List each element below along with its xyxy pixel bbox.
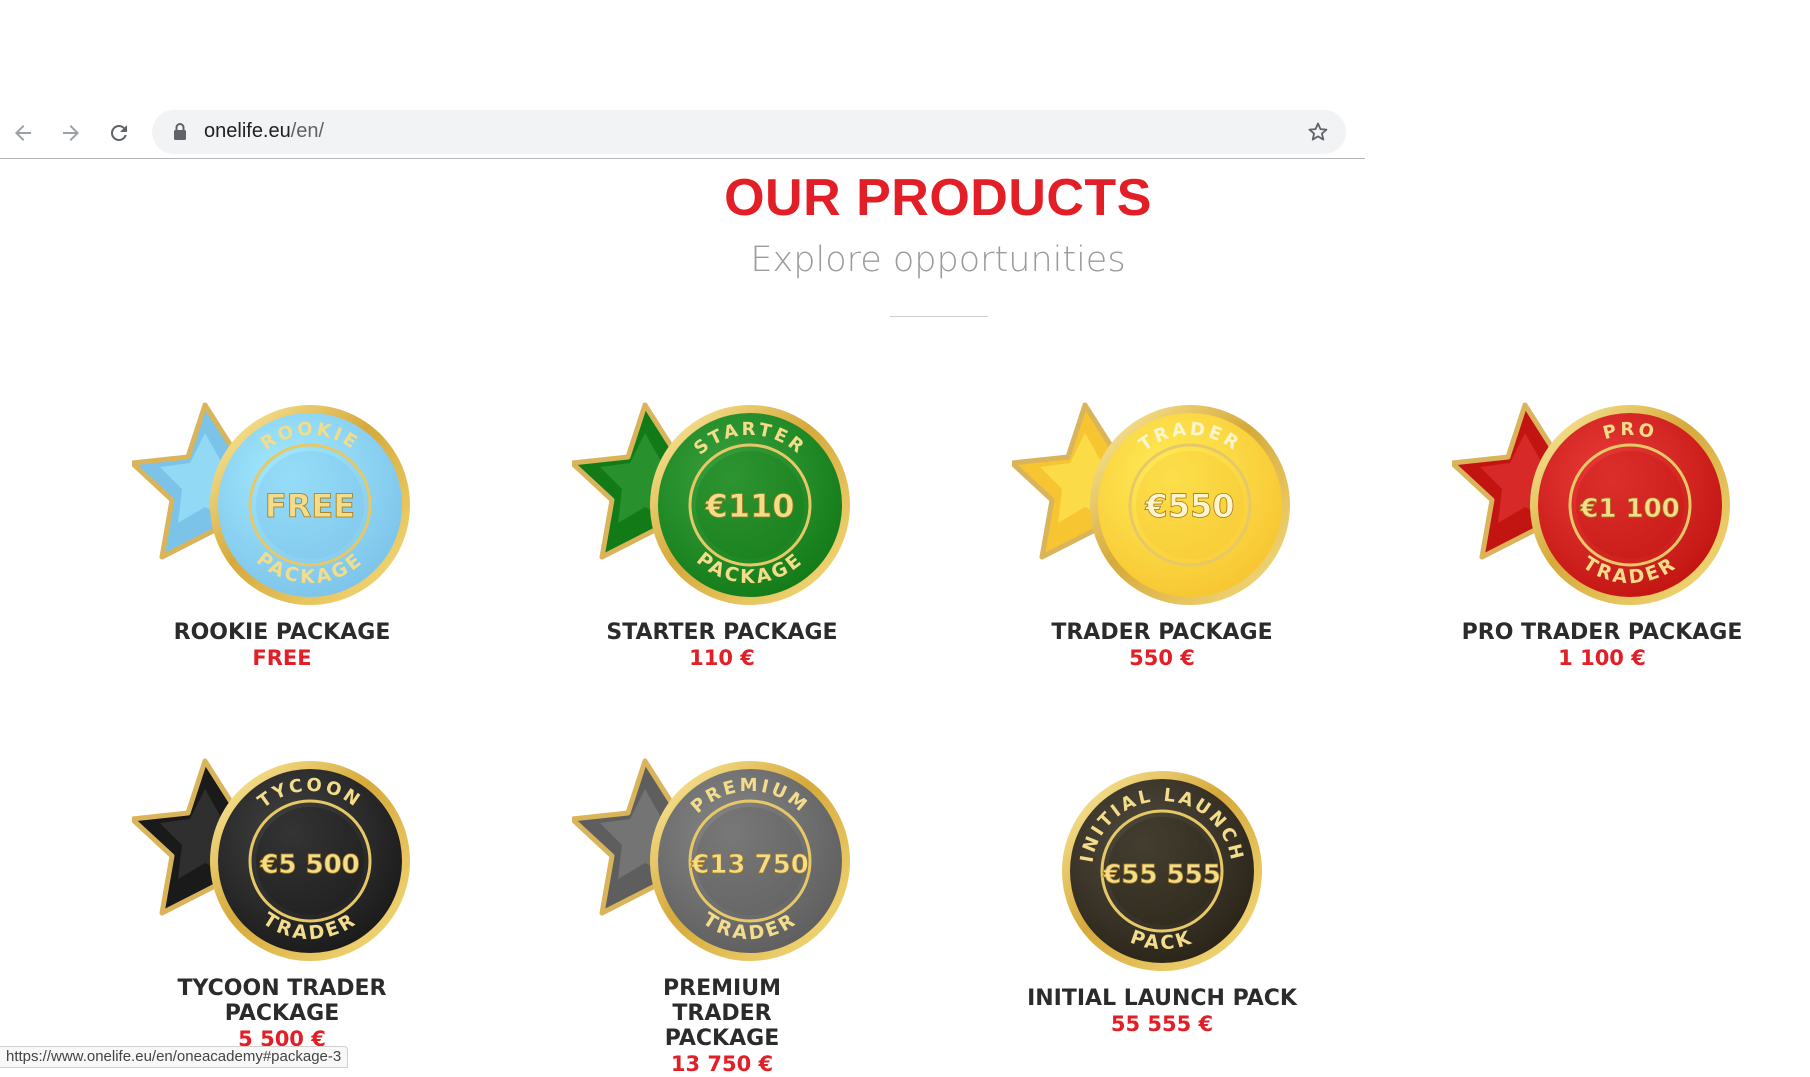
package-badge-icon: PREMIUM TRADER €13 750 bbox=[572, 758, 850, 961]
svg-text:€5 500: €5 500 bbox=[259, 850, 360, 880]
lock-icon bbox=[172, 122, 188, 147]
product-name[interactable]: ROOKIE PACKAGE bbox=[62, 620, 502, 645]
product-name[interactable]: TYCOON TRADER PACKAGE bbox=[172, 976, 392, 1026]
svg-text:FREE: FREE bbox=[265, 487, 355, 525]
product-name[interactable]: INITIAL LAUNCH PACK bbox=[942, 986, 1382, 1011]
toolbar-divider bbox=[0, 158, 1365, 159]
product-price: 110 € bbox=[689, 646, 755, 670]
svg-text:€550: €550 bbox=[1144, 487, 1234, 525]
status-bar-url: https://www.onelife.eu/en/oneacademy#pac… bbox=[0, 1046, 349, 1068]
product-card[interactable]: STARTER PACKAGE €110 STARTER PACKAGE 110… bbox=[502, 400, 942, 671]
svg-text:€13 750: €13 750 bbox=[690, 850, 809, 880]
forward-arrow-icon[interactable] bbox=[58, 120, 84, 146]
package-badge-icon: INITIAL LAUNCH PACK €55 555 bbox=[1062, 771, 1262, 971]
address-bar[interactable]: onelife.eu/en/ bbox=[152, 110, 1346, 154]
product-price: 550 € bbox=[1129, 646, 1195, 670]
package-badge-icon: STARTER PACKAGE €110 bbox=[572, 402, 850, 605]
product-card[interactable]: TRADER €550 TRADER PACKAGE 550 € bbox=[942, 400, 1382, 671]
product-price: 55 555 € bbox=[1110, 1012, 1214, 1036]
bookmark-star-icon[interactable] bbox=[1306, 120, 1330, 149]
reload-icon[interactable] bbox=[106, 120, 132, 146]
page-subtitle: Explore opportunities bbox=[750, 240, 1126, 280]
product-card[interactable]: ROOKIE PACKAGE FREE ROOKIE PACKAGE FREE bbox=[62, 400, 502, 671]
url-host: onelife.eu bbox=[204, 120, 291, 142]
back-arrow-icon[interactable] bbox=[10, 120, 36, 146]
package-badge-icon: PRO TRADER €1 100 bbox=[1452, 402, 1730, 605]
product-price: FREE bbox=[252, 646, 312, 670]
url-path: /en/ bbox=[290, 120, 325, 142]
product-card[interactable]: PRO TRADER €1 100 PRO TRADER PACKAGE 1 1… bbox=[1382, 400, 1810, 671]
url-text: onelife.eu/en/ bbox=[204, 120, 324, 143]
svg-text:€55 555: €55 555 bbox=[1102, 860, 1221, 890]
section-divider bbox=[890, 316, 988, 317]
product-card[interactable]: TYCOON TRADER €5 500 TYCOON TRADER PACKA… bbox=[62, 756, 502, 1052]
product-name[interactable]: PRO TRADER PACKAGE bbox=[1382, 620, 1810, 645]
product-card[interactable]: INITIAL LAUNCH PACK €55 555 INITIAL LAUN… bbox=[942, 766, 1382, 1037]
package-badge-icon: ROOKIE PACKAGE FREE bbox=[132, 402, 410, 605]
product-price: 1 100 € bbox=[1558, 646, 1646, 670]
product-name[interactable]: STARTER PACKAGE bbox=[502, 620, 942, 645]
svg-text:€110: €110 bbox=[704, 487, 794, 525]
product-price: 13 750 € bbox=[670, 1052, 774, 1076]
page-title: OUR PRODUCTS bbox=[724, 169, 1152, 227]
package-badge-icon: TRADER €550 bbox=[1012, 402, 1290, 605]
svg-text:€1 100: €1 100 bbox=[1579, 494, 1680, 524]
package-badge-icon: TYCOON TRADER €5 500 bbox=[132, 758, 410, 961]
product-name[interactable]: PREMIUM TRADER PACKAGE bbox=[612, 976, 832, 1051]
product-card[interactable]: PREMIUM TRADER €13 750 PREMIUM TRADER PA… bbox=[502, 756, 942, 1077]
browser-toolbar: onelife.eu/en/ bbox=[0, 106, 1365, 158]
product-name[interactable]: TRADER PACKAGE bbox=[942, 620, 1382, 645]
